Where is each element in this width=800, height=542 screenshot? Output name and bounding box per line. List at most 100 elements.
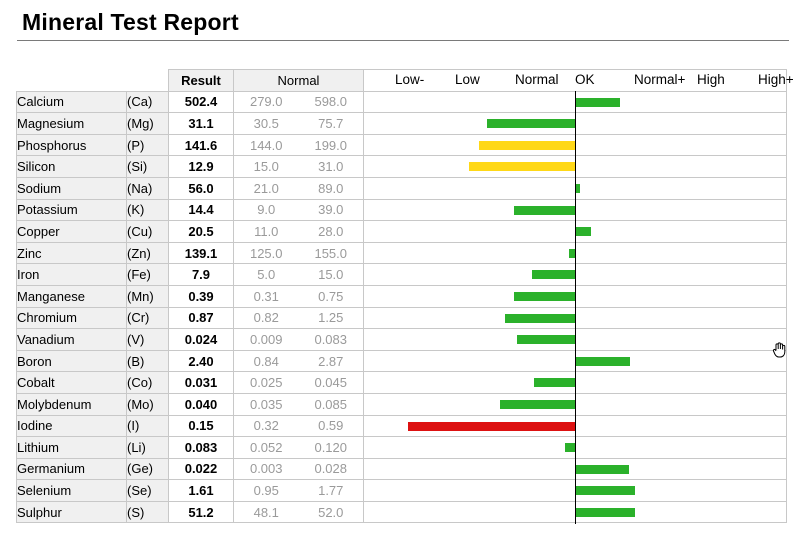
header-scale: Low- Low Normal OK Normal+ High High+ xyxy=(363,69,794,92)
mineral-symbol: (Mo) xyxy=(126,392,169,416)
deviation-bar xyxy=(533,378,576,388)
mineral-name: Iodine xyxy=(16,414,127,438)
mineral-symbol: (Si) xyxy=(126,155,169,178)
normal-low: 0.95 xyxy=(233,479,299,502)
result-value: 0.024 xyxy=(168,328,234,351)
mineral-name: Manganese xyxy=(16,284,127,308)
mineral-symbol: (V) xyxy=(126,328,169,351)
deviation-bar xyxy=(576,464,629,474)
result-value: 1.61 xyxy=(168,479,234,502)
result-value: 0.083 xyxy=(168,436,234,459)
deviation-bar xyxy=(576,183,581,193)
scale-label: Normal+ xyxy=(634,72,686,87)
title-divider xyxy=(17,40,789,41)
table-row: Selenium (Se) 1.61 0.95 1.77 xyxy=(16,479,787,502)
normal-high: 0.120 xyxy=(298,436,364,459)
result-value: 0.040 xyxy=(168,392,234,416)
mineral-name: Selenium xyxy=(16,479,127,502)
mineral-symbol: (Co) xyxy=(126,371,169,394)
normal-low: 30.5 xyxy=(233,112,299,135)
table-row: Phosphorus (P) 141.6 144.0 199.0 xyxy=(16,133,787,157)
mineral-name: Vanadium xyxy=(16,328,127,351)
normal-low: 0.84 xyxy=(233,349,299,373)
table-row: Sulphur (S) 51.2 48.1 52.0 xyxy=(16,500,787,524)
table-row: Calcium (Ca) 502.4 279.0 598.0 xyxy=(16,90,787,114)
mineral-symbol: (B) xyxy=(126,349,169,373)
scale-label: High xyxy=(697,72,725,87)
deviation-bar xyxy=(576,227,592,237)
mineral-name: Iron xyxy=(16,263,127,286)
scale-label: High+ xyxy=(758,72,794,87)
normal-low: 48.1 xyxy=(233,500,299,524)
normal-high: 155.0 xyxy=(298,241,364,265)
normal-high: 2.87 xyxy=(298,349,364,373)
normal-low: 0.32 xyxy=(233,414,299,438)
result-value: 141.6 xyxy=(168,133,234,157)
deviation-bar xyxy=(514,291,576,301)
normal-high: 1.25 xyxy=(298,306,364,330)
normal-low: 21.0 xyxy=(233,176,299,200)
mineral-name: Sodium xyxy=(16,176,127,200)
normal-high: 0.75 xyxy=(298,284,364,308)
hand-cursor-icon xyxy=(772,342,786,358)
result-value: 7.9 xyxy=(168,263,234,286)
normal-low: 125.0 xyxy=(233,241,299,265)
normal-low: 0.003 xyxy=(233,457,299,481)
mineral-name: Silicon xyxy=(16,155,127,178)
mineral-symbol: (Se) xyxy=(126,479,169,502)
table-row: Germanium (Ge) 0.022 0.003 0.028 xyxy=(16,457,787,481)
result-value: 0.15 xyxy=(168,414,234,438)
mineral-symbol: (Zn) xyxy=(126,241,169,265)
mineral-name: Sulphur xyxy=(16,500,127,524)
header-normal: Normal xyxy=(233,69,364,92)
table-row: Potassium (K) 14.4 9.0 39.0 xyxy=(16,198,787,222)
result-value: 0.87 xyxy=(168,306,234,330)
normal-high: 0.028 xyxy=(298,457,364,481)
mineral-name: Copper xyxy=(16,220,127,243)
mineral-name: Molybdenum xyxy=(16,392,127,416)
mineral-symbol: (Mn) xyxy=(126,284,169,308)
result-value: 0.031 xyxy=(168,371,234,394)
mineral-symbol: (Cr) xyxy=(126,306,169,330)
normal-high: 0.045 xyxy=(298,371,364,394)
header-blank xyxy=(16,69,169,92)
normal-low: 9.0 xyxy=(233,198,299,222)
normal-high: 15.0 xyxy=(298,263,364,286)
normal-high: 199.0 xyxy=(298,133,364,157)
table-row: Boron (B) 2.40 0.84 2.87 xyxy=(16,349,787,373)
table-row: Magnesium (Mg) 31.1 30.5 75.7 xyxy=(16,112,787,135)
normal-low: 0.009 xyxy=(233,328,299,351)
mineral-symbol: (S) xyxy=(126,500,169,524)
normal-low: 15.0 xyxy=(233,155,299,178)
table-header-row: Result Normal Low- Low Normal OK Normal+ High… xyxy=(16,69,794,92)
mineral-symbol: (Cu) xyxy=(126,220,169,243)
result-value: 2.40 xyxy=(168,349,234,373)
normal-low: 0.31 xyxy=(233,284,299,308)
normal-low: 144.0 xyxy=(233,133,299,157)
normal-high: 28.0 xyxy=(298,220,364,243)
normal-low: 279.0 xyxy=(233,90,299,114)
mineral-report-table: Result Normal Low- Low Normal OK Normal+ High… xyxy=(16,69,794,524)
result-value: 51.2 xyxy=(168,500,234,524)
table-row: Copper (Cu) 20.5 11.0 28.0 xyxy=(16,220,787,243)
mineral-symbol: (Mg) xyxy=(126,112,169,135)
result-value: 0.022 xyxy=(168,457,234,481)
result-value: 0.39 xyxy=(168,284,234,308)
mineral-symbol: (Ge) xyxy=(126,457,169,481)
normal-low: 5.0 xyxy=(233,263,299,286)
table-row: Iodine (I) 0.15 0.32 0.59 xyxy=(16,414,787,438)
mineral-symbol: (P) xyxy=(126,133,169,157)
mineral-symbol: (Na) xyxy=(126,176,169,200)
normal-high: 1.77 xyxy=(298,479,364,502)
deviation-bar xyxy=(517,335,576,345)
deviation-bar xyxy=(513,205,576,215)
mineral-symbol: (Ca) xyxy=(126,90,169,114)
normal-low: 0.052 xyxy=(233,436,299,459)
table-row: Sodium (Na) 56.0 21.0 89.0 xyxy=(16,176,787,200)
table-row: Iron (Fe) 7.9 5.0 15.0 xyxy=(16,263,787,286)
deviation-bar xyxy=(408,421,576,431)
normal-low: 0.82 xyxy=(233,306,299,330)
normal-high: 89.0 xyxy=(298,176,364,200)
normal-high: 52.0 xyxy=(298,500,364,524)
mineral-name: Cobalt xyxy=(16,371,127,394)
